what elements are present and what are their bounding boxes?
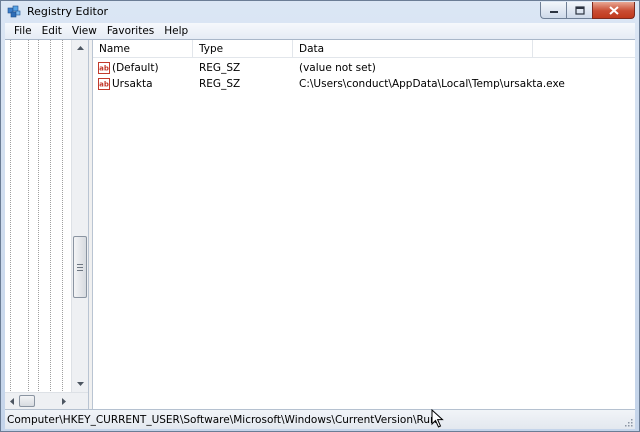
svg-text:ab: ab [99, 65, 109, 73]
registry-editor-window: Registry Editor File Edit View Favorites… [0, 0, 640, 432]
scroll-left-icon [10, 397, 14, 405]
menu-file[interactable]: File [9, 25, 37, 37]
minimize-icon [549, 11, 558, 13]
key-tree-pane[interactable] [5, 40, 89, 409]
status-bar: Computer\HKEY_CURRENT_USER\Software\Micr… [5, 409, 635, 429]
table-row[interactable]: ab (Default) REG_SZ (value not set) [93, 60, 635, 76]
scroll-down-icon [76, 382, 84, 386]
menu-help[interactable]: Help [159, 25, 193, 37]
window-title: Registry Editor [27, 5, 109, 18]
menu-edit[interactable]: Edit [37, 25, 67, 37]
svg-text:ab: ab [99, 81, 109, 89]
title-bar[interactable]: Registry Editor [1, 1, 639, 23]
menu-favorites[interactable]: Favorites [102, 25, 159, 37]
column-header-name[interactable]: Name [93, 40, 193, 58]
string-value-icon: ab [98, 62, 110, 74]
client-area: Name Type Data ab (Default) REG_SZ (valu… [5, 39, 635, 409]
value-data: (value not set) [299, 62, 376, 74]
tree-horizontal-scrollbar[interactable] [5, 392, 88, 409]
maximize-icon [574, 5, 585, 15]
column-header-type[interactable]: Type [193, 40, 293, 58]
scroll-right-arrow[interactable] [57, 393, 71, 409]
resize-grip-icon[interactable] [623, 417, 633, 427]
menu-bar: File Edit View Favorites Help [5, 23, 635, 39]
tree-connector-lines [10, 40, 63, 392]
table-row[interactable]: ab Ursakta REG_SZ C:\Users\conduct\AppDa… [93, 76, 635, 92]
scroll-left-arrow[interactable] [5, 393, 19, 409]
horizontal-scroll-thumb[interactable] [19, 395, 35, 407]
vertical-scroll-thumb[interactable] [73, 236, 87, 298]
scroll-up-icon [76, 46, 84, 50]
column-header-row: Name Type Data [93, 40, 635, 58]
tree-vertical-scrollbar[interactable] [71, 40, 88, 392]
value-data: C:\Users\conduct\AppData\Local\Temp\ursa… [299, 78, 565, 90]
menu-view[interactable]: View [67, 25, 102, 37]
scroll-up-arrow[interactable] [72, 40, 88, 56]
value-name: Ursakta [112, 78, 153, 90]
value-name: (Default) [112, 62, 159, 74]
thumb-grip-icon [77, 264, 83, 271]
close-button[interactable] [592, 2, 635, 19]
value-type: REG_SZ [199, 78, 241, 90]
scroll-down-arrow[interactable] [72, 376, 88, 392]
minimize-button[interactable] [540, 2, 566, 19]
scroll-right-icon [62, 397, 66, 405]
column-header-data[interactable]: Data [293, 40, 533, 58]
caption-buttons [540, 2, 635, 20]
close-icon [608, 5, 619, 15]
mouse-cursor-icon [431, 409, 444, 428]
string-value-icon: ab [98, 78, 110, 90]
value-type: REG_SZ [199, 62, 241, 74]
maximize-button[interactable] [566, 2, 592, 19]
status-key-path: Computer\HKEY_CURRENT_USER\Software\Micr… [7, 414, 437, 426]
registry-editor-icon [7, 5, 21, 18]
values-list-pane: Name Type Data ab (Default) REG_SZ (valu… [92, 40, 635, 409]
